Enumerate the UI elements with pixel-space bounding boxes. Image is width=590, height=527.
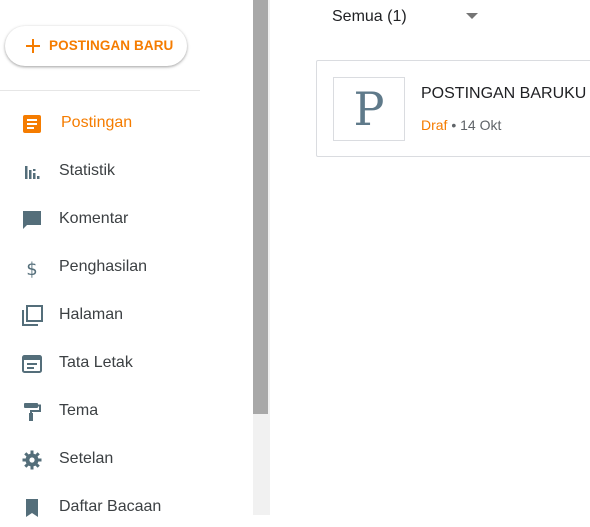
sidebar: POSTINGAN BARU Postingan Statistik Komen… [0,0,253,517]
post-thumbnail: P [333,77,405,141]
paint-roller-icon [24,403,41,421]
dollar-icon: $ [26,259,37,279]
post-card[interactable]: P POSTINGAN BARUKU Draf • 14 Okt [316,60,590,157]
sidebar-item-label: Komentar [59,210,129,227]
sidebar-item-label: Statistik [59,162,116,179]
new-post-label: POSTINGAN BARU [49,38,174,53]
filter-value: Semua (1) [332,8,407,25]
sidebar-item-statistik[interactable]: Statistik [0,151,253,191]
sidebar-item-label: Tata Letak [59,354,133,371]
post-meta: Draf • 14 Okt [421,117,501,133]
sidebar-item-halaman[interactable]: Halaman [0,295,253,335]
bookmark-icon [26,499,38,517]
sidebar-item-label: Daftar Bacaan [59,498,162,515]
post-filter-dropdown[interactable]: Semua (1) [332,6,482,28]
layout-icon [22,355,42,373]
pages-icon [22,305,43,326]
sidebar-item-label: Penghasilan [59,258,148,275]
comment-icon [23,211,41,229]
sidebar-item-setelan[interactable]: Setelan [0,439,253,479]
post-title[interactable]: POSTINGAN BARUKU [421,85,586,103]
post-status: Draf [421,117,448,133]
gear-icon [22,450,42,470]
sidebar-divider [0,90,200,91]
new-post-button[interactable]: POSTINGAN BARU [5,26,187,66]
sidebar-item-label: Halaman [59,306,124,323]
svg-text:$: $ [26,259,37,279]
sidebar-item-komentar[interactable]: Komentar [0,199,253,239]
chevron-down-icon [466,13,478,19]
sidebar-item-label: Postingan [61,114,133,131]
sidebar-scrollbar-thumb[interactable] [253,0,268,414]
sidebar-item-label: Tema [59,402,99,419]
sidebar-item-tema[interactable]: Tema [0,391,253,431]
sidebar-item-postingan[interactable]: Postingan [0,103,253,143]
meta-separator: • [451,117,457,133]
sidebar-item-tata-letak[interactable]: Tata Letak [0,343,253,383]
sidebar-item-penghasilan[interactable]: $ Penghasilan [0,247,253,287]
thumbnail-letter: P [353,82,385,136]
stats-icon [25,166,40,179]
sidebar-item-daftar-bacaan[interactable]: Daftar Bacaan [0,487,253,527]
post-date: 14 Okt [460,117,502,133]
plus-icon [26,39,40,53]
posts-icon [23,115,41,133]
sidebar-item-label: Setelan [59,450,114,467]
